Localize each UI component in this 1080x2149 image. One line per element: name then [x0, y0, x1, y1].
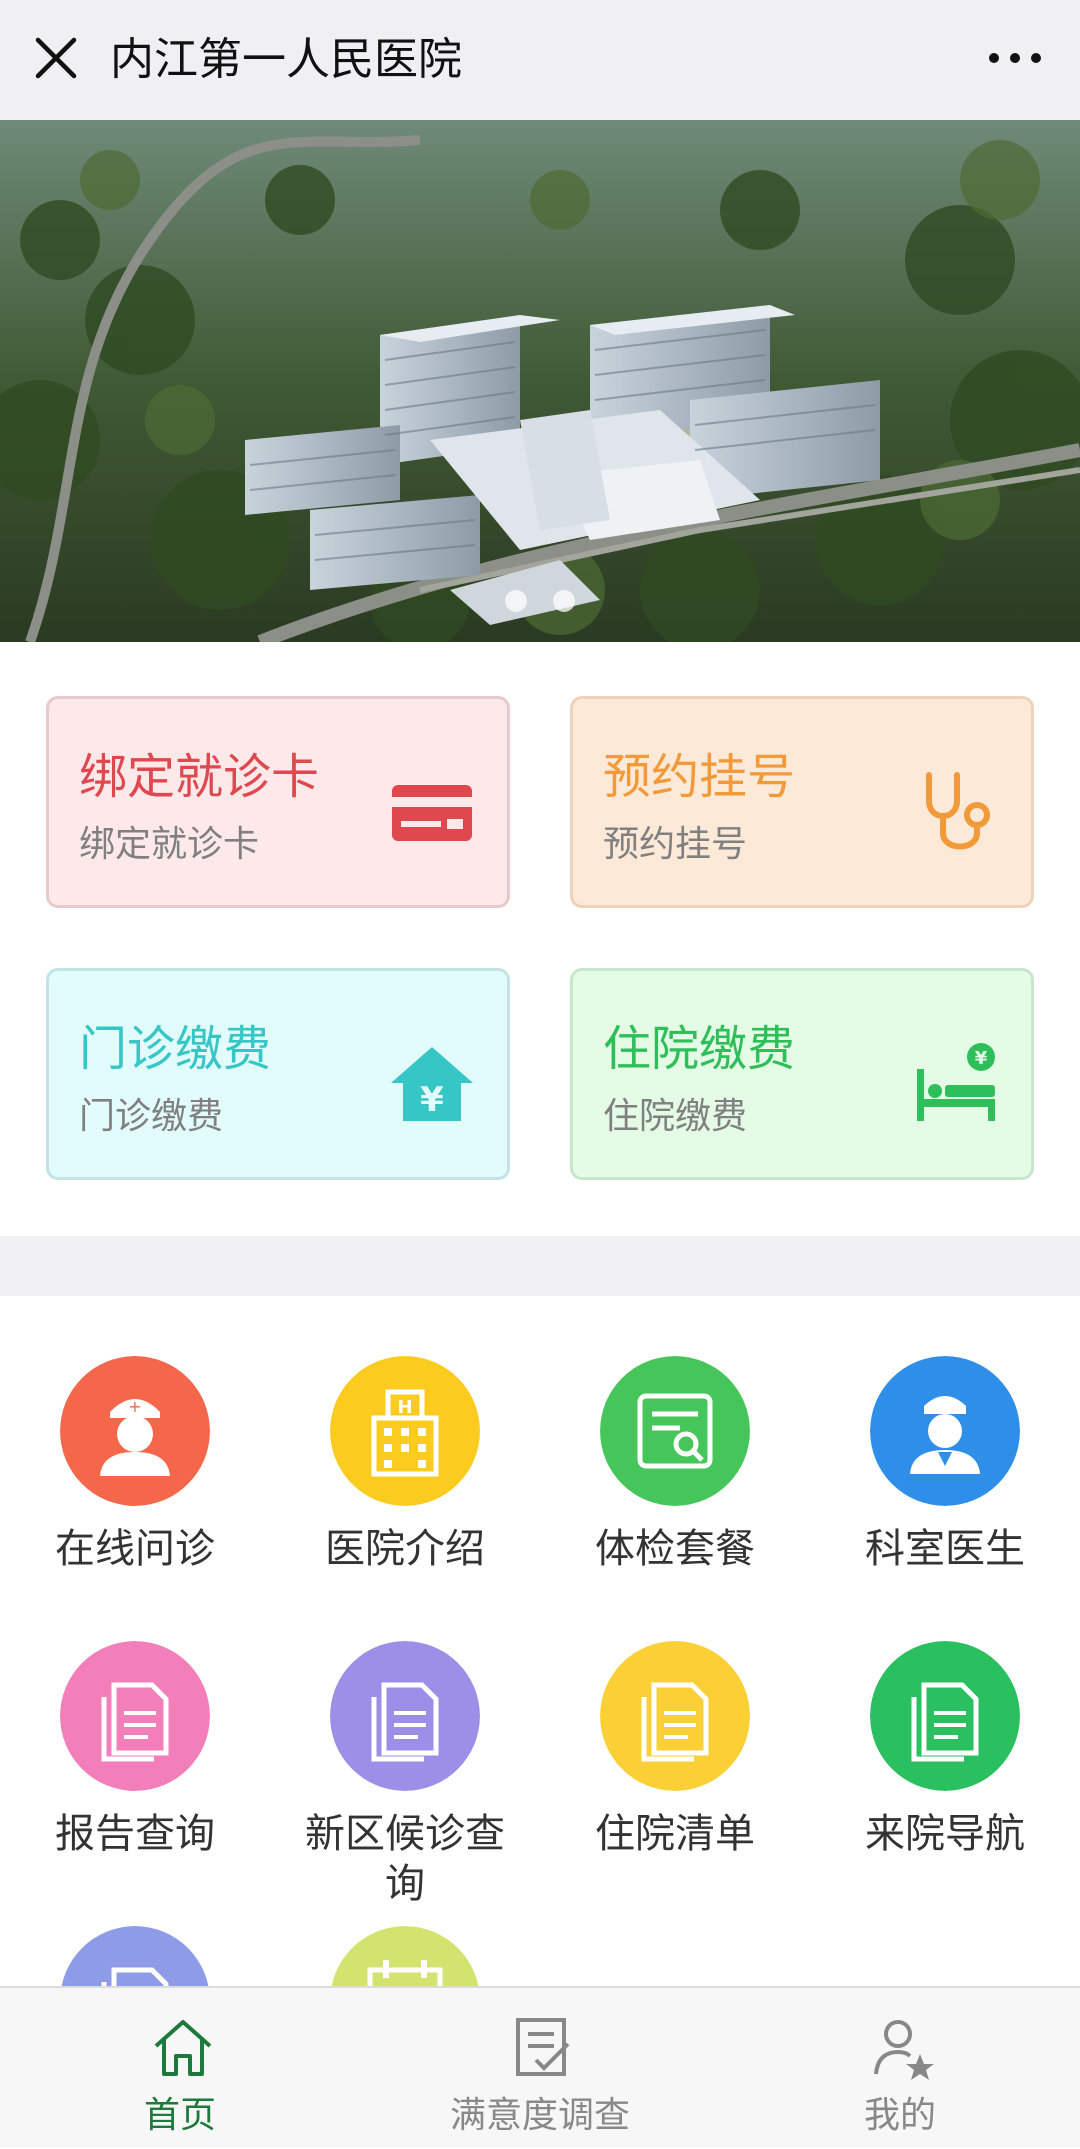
yen-house-icon: ¥ [391, 1047, 473, 1121]
service-grid: + 在线问诊 H 医院介绍 体检套餐 科室医生 报告查询 新区候诊查 询 住院清… [0, 1296, 1080, 1986]
inpatient-payment-button[interactable]: 住院缴费 住院缴费 ¥ [570, 968, 1034, 1180]
carousel-dot-2[interactable] [553, 590, 575, 612]
svg-text:H: H [397, 1397, 412, 1418]
more-icon[interactable] [980, 30, 1050, 86]
report-document-icon [870, 1641, 1020, 1791]
top-bar: 内江第一人民医院 [0, 0, 1080, 120]
service-label: 体检套餐 [595, 1526, 755, 1572]
report-document-icon [600, 1641, 750, 1791]
tab-home[interactable]: 首页 [0, 1988, 360, 2149]
svg-text:¥: ¥ [975, 1048, 988, 1069]
banner-carousel[interactable] [0, 120, 1080, 642]
carousel-dot-1[interactable] [505, 590, 527, 612]
report-document-icon [60, 1641, 210, 1791]
report-document-icon [330, 1641, 480, 1791]
quick-actions: 绑定就诊卡 绑定就诊卡 预约挂号 预约挂号 门诊缴费 门诊缴费 ¥ 住院缴费 住… [0, 642, 1080, 1236]
service-label: 住院清单 [595, 1811, 755, 1857]
stethoscope-icon [926, 772, 990, 850]
card-title: 绑定就诊卡 [79, 749, 320, 805]
card-subtitle: 预约挂号 [603, 824, 748, 865]
calendar-icon [331, 1926, 479, 1986]
section-divider [0, 1236, 1080, 1296]
service-label: 来院导航 [865, 1811, 1025, 1857]
doctor-icon [870, 1356, 1020, 1506]
page-title: 内江第一人民医院 [110, 34, 462, 85]
bed-payment-icon: ¥ [917, 1043, 995, 1121]
bottom-tab-bar: 首页 满意度调查 我的 [0, 1986, 1080, 2147]
tab-label: 我的 [863, 2095, 936, 2136]
tab-label: 首页 [143, 2095, 216, 2136]
service-label: 新区候诊查 询 [270, 1809, 540, 1909]
svg-text:+: + [128, 1397, 141, 1416]
service-label: 在线问诊 [55, 1526, 215, 1572]
service-label: 医院介绍 [325, 1526, 485, 1572]
appointment-button[interactable]: 预约挂号 预约挂号 [570, 696, 1034, 908]
tab-mine[interactable]: 我的 [720, 1988, 1080, 2149]
service-label-line2: 询 [385, 1861, 425, 1907]
service-label-line1: 新区候诊查 [305, 1811, 505, 1857]
document-search-icon [600, 1356, 750, 1506]
card-title: 门诊缴费 [79, 1021, 272, 1077]
card-title: 预约挂号 [603, 749, 796, 805]
nurse-icon: + [60, 1356, 210, 1506]
tab-survey[interactable]: 满意度调查 [360, 1988, 720, 2149]
card-title: 住院缴费 [603, 1021, 796, 1077]
tab-label: 满意度调查 [449, 2095, 630, 2136]
hospital-aerial-image [0, 120, 1080, 642]
carousel-dots [0, 590, 1080, 612]
report-document-icon [61, 1926, 209, 1986]
survey-icon [516, 2018, 570, 2076]
home-icon [154, 2020, 212, 2076]
close-icon[interactable] [28, 30, 84, 86]
svg-text:¥: ¥ [420, 1080, 444, 1120]
card-subtitle: 住院缴费 [603, 1096, 748, 1137]
card-subtitle: 绑定就诊卡 [79, 824, 260, 865]
bind-card-button[interactable]: 绑定就诊卡 绑定就诊卡 [46, 696, 510, 908]
outpatient-payment-button[interactable]: 门诊缴费 门诊缴费 ¥ [46, 968, 510, 1180]
card-subtitle: 门诊缴费 [79, 1096, 224, 1137]
service-label: 报告查询 [55, 1811, 215, 1857]
card-icon [392, 785, 472, 841]
service-label: 科室医生 [865, 1526, 1025, 1572]
hospital-building-icon: H [330, 1356, 480, 1506]
user-star-icon [874, 2020, 934, 2080]
